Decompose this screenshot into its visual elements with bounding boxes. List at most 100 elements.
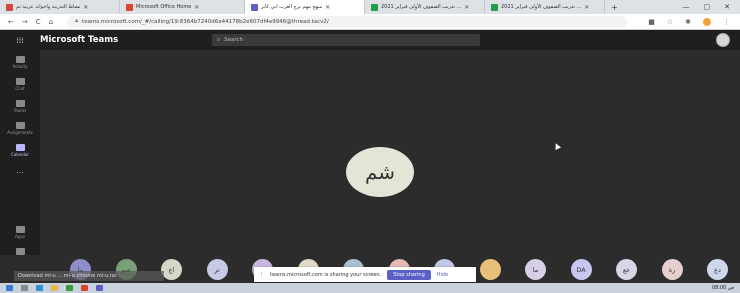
taskbar-app-icon[interactable]: [96, 285, 103, 291]
browser-tab-active[interactable]: منهج مهم برج العرب ابي كابر ✕: [245, 0, 365, 14]
search-icon: ⌕: [217, 36, 221, 43]
tab-favicon-icon: [251, 3, 258, 11]
search-placeholder: Search: [224, 37, 243, 43]
participant-avatar[interactable]: اع: [161, 259, 182, 280]
minimize-button[interactable]: —: [683, 3, 690, 11]
tab-title: تدريب الصفوف الأولى فبراير 2021 ...: [501, 4, 582, 10]
participant-avatar[interactable]: تز: [206, 259, 228, 280]
active-speaker-avatar: شم: [346, 147, 414, 197]
rail-item-more[interactable]: ...: [0, 166, 40, 175]
apps-icon: [15, 226, 25, 233]
browser-tab[interactable]: تدريب الصفوف الأولى فبراير 2021 ... ✕: [365, 0, 485, 14]
download-item[interactable]: Download ml-u ... ml-u chrome ml-u.rar: [14, 271, 164, 281]
participant-initials: دع: [714, 265, 721, 274]
lock-icon: 🔒︎: [75, 18, 79, 24]
bell-icon: [15, 56, 25, 63]
participant-avatar[interactable]: دع: [707, 259, 728, 280]
back-button[interactable]: ←: [8, 18, 14, 26]
close-tab-icon[interactable]: ✕: [83, 4, 88, 11]
clock: 08:00 ص: [711, 285, 734, 291]
app-launcher-icon[interactable]: ⁞⁞⁞: [0, 36, 40, 45]
user-avatar[interactable]: [716, 33, 730, 47]
stop-sharing-button[interactable]: Stop sharing: [387, 269, 431, 280]
rail-item-teams[interactable]: Teams: [0, 100, 40, 113]
rail-item-apps[interactable]: Apps: [0, 226, 40, 239]
tab-title: نشاط التدريبة واخواته عربية ثم: [16, 4, 81, 10]
tab-title: Microsoft Office Home: [136, 4, 192, 10]
rail-item-assignments[interactable]: Assignments: [0, 122, 40, 135]
call-stage: شم: [40, 50, 740, 255]
rail-label: Apps: [15, 234, 25, 239]
participant-avatar[interactable]: رة: [661, 259, 683, 280]
browser-tab[interactable]: Microsoft Office Home ✕: [120, 0, 245, 14]
rail-item-calendar[interactable]: Calendar: [0, 144, 40, 157]
close-tab-icon[interactable]: ✕: [194, 4, 199, 11]
participant-initials: ما: [532, 265, 539, 274]
rail-label: Chat: [15, 86, 25, 91]
help-icon: [15, 248, 25, 255]
more-icon: ...: [16, 166, 24, 175]
tab-title: تدريب الصفوف الأولى فبراير 2021 ...: [381, 4, 462, 10]
maximize-button[interactable]: ▢: [704, 3, 711, 11]
start-icon[interactable]: [6, 285, 13, 291]
participant-initials: DA: [576, 265, 586, 274]
download-filename: Download ml-u ... ml-u chrome ml-u.rar: [18, 273, 117, 279]
rail-label: Calendar: [11, 152, 29, 157]
tab-favicon-icon: [371, 3, 378, 11]
new-tab-button[interactable]: +: [605, 3, 624, 12]
taskbar-app-icon[interactable]: [81, 285, 88, 291]
rail-label: Teams: [13, 108, 27, 113]
close-tab-icon[interactable]: ✕: [584, 4, 589, 11]
participant-avatar[interactable]: DA: [570, 259, 592, 280]
extension-icon[interactable]: ■: [648, 18, 655, 26]
rail-label: Assignments: [7, 130, 33, 135]
tab-title: منهج مهم برج العرب ابي كابر: [261, 4, 323, 10]
close-tab-icon[interactable]: ✕: [325, 4, 330, 11]
search-box[interactable]: ⌕ Search: [212, 34, 480, 46]
close-window-button[interactable]: ✕: [724, 3, 730, 11]
teams-icon: [15, 100, 25, 107]
participant-avatar[interactable]: عع: [616, 259, 637, 280]
participant-initials: رة: [668, 265, 676, 274]
participant-initials: تز: [214, 265, 220, 274]
home-button[interactable]: ⌂: [49, 18, 53, 26]
taskbar-app-icon[interactable]: [51, 285, 58, 291]
rail-item-chat[interactable]: Chat: [0, 78, 40, 91]
taskbar-app-icon[interactable]: [21, 285, 28, 291]
menu-kebab-icon[interactable]: ⋮: [723, 18, 730, 26]
taskbar-app-icon[interactable]: [66, 285, 73, 291]
address-bar-row: ← → C ⌂ 🔒︎ teams.microsoft.com/_#/callin…: [0, 14, 740, 30]
browser-tab-bar: نشاط التدريبة واخواته عربية ثم ✕ Microso…: [0, 0, 740, 14]
browser-toolbar-right: ■ ☆ ✱ ⋮: [648, 17, 740, 26]
forward-button[interactable]: →: [22, 18, 28, 26]
participant-avatar[interactable]: [479, 259, 501, 280]
browser-nav: ← → C ⌂: [0, 18, 61, 26]
app-title: Microsoft Teams: [40, 35, 119, 45]
puzzle-icon[interactable]: ✱: [685, 18, 691, 26]
tab-favicon-icon: [491, 3, 498, 11]
rail-item-activity[interactable]: Activity: [0, 56, 40, 69]
browser-tab[interactable]: نشاط التدريبة واخواته عربية ثم ✕: [0, 0, 120, 14]
url-field[interactable]: 🔒︎ teams.microsoft.com/_#/calling/19:836…: [67, 15, 628, 28]
tab-favicon-icon: [6, 3, 13, 11]
os-taskbar: 08:00 ص: [0, 283, 740, 293]
taskbar-app-icon[interactable]: [36, 285, 43, 291]
close-tab-icon[interactable]: ✕: [464, 4, 469, 11]
share-message: teams.microsoft.com is sharing your scre…: [270, 271, 382, 278]
assignments-icon: [15, 122, 25, 129]
hide-button[interactable]: Hide: [437, 272, 448, 278]
participant-avatar[interactable]: ما: [525, 259, 546, 280]
calendar-icon: [15, 144, 25, 151]
chat-icon: [15, 78, 25, 85]
browser-tab[interactable]: تدريب الصفوف الأولى فبراير 2021 ... ✕: [485, 0, 605, 14]
rail-label: Activity: [12, 64, 28, 69]
screen: { "browser": { "tabs": [ {"label": "نشاط…: [0, 0, 740, 293]
mouse-cursor-icon: [553, 142, 561, 150]
teams-header: ⁞⁞⁞ Microsoft Teams ⌕ Search: [0, 30, 740, 50]
profile-icon[interactable]: [703, 17, 711, 26]
reload-button[interactable]: C: [36, 18, 41, 26]
bookmark-star-icon[interactable]: ☆: [667, 18, 673, 26]
participant-initials: عع: [622, 265, 631, 274]
speaker-initials: شم: [364, 160, 396, 184]
share-grip-icon[interactable]: ⋮: [259, 272, 264, 278]
